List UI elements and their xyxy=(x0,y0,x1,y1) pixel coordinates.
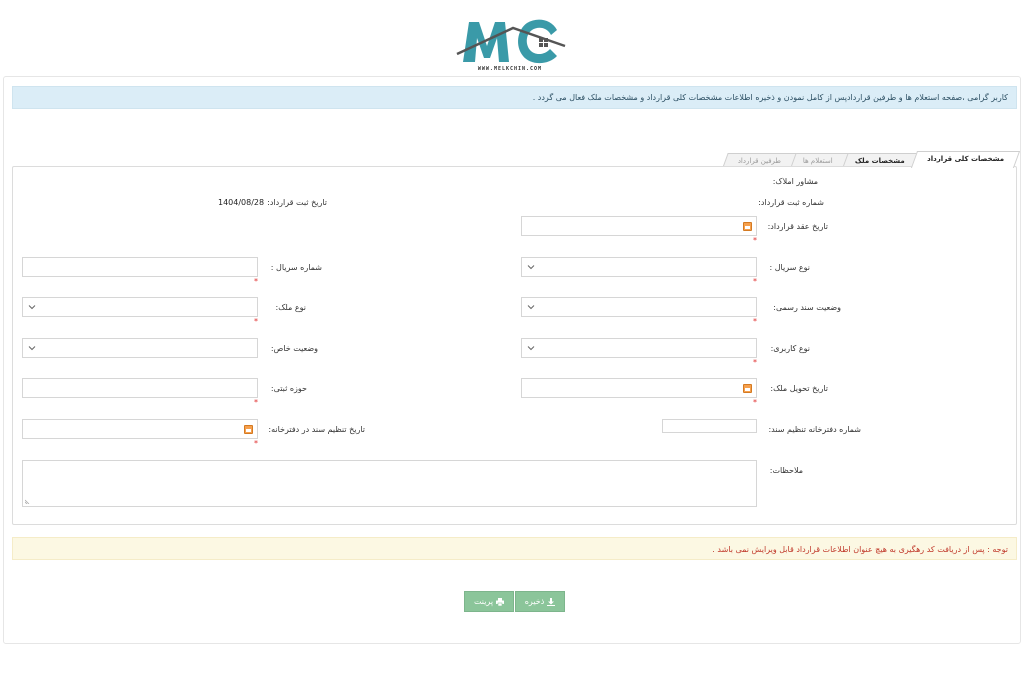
chevron-down-icon xyxy=(28,346,36,351)
required-mark: * xyxy=(254,277,258,286)
reg-date-label: تاریخ ثبت قرارداد: xyxy=(267,198,327,207)
chevron-down-icon xyxy=(527,305,535,310)
required-mark: * xyxy=(753,358,757,367)
tab-general-info[interactable]: مشخصات کلی قرارداد xyxy=(911,151,1021,168)
required-mark: * xyxy=(753,317,757,326)
required-mark: * xyxy=(254,439,258,448)
required-mark: * xyxy=(254,317,258,326)
contract-date-input[interactable] xyxy=(521,216,757,236)
resize-grip-icon[interactable] xyxy=(25,498,31,504)
required-mark: * xyxy=(753,398,757,407)
printer-icon xyxy=(496,597,505,606)
print-button-label: پرینت xyxy=(473,597,494,606)
usage-type-label: نوع کاربری: xyxy=(770,344,810,353)
serial-number-input[interactable] xyxy=(22,257,258,277)
special-status-select[interactable] xyxy=(22,338,258,358)
warning-banner: توجه : پس از دریافت کد رهگیری به هیچ عنو… xyxy=(12,537,1017,560)
reg-number-label: شماره ثبت قرارداد: xyxy=(758,198,824,207)
registry-area-label: حوزه ثبتی: xyxy=(270,384,307,393)
delivery-date-input[interactable] xyxy=(521,378,757,398)
official-doc-status-label: وضعیت سند رسمی: xyxy=(773,303,841,312)
notary-date-input[interactable] xyxy=(22,419,258,439)
required-mark: * xyxy=(753,277,757,286)
serial-type-select[interactable] xyxy=(521,257,757,277)
notes-textarea[interactable] xyxy=(22,460,757,507)
info-banner: کاربر گرامی ،صفحه استعلام ها و طرفین قرا… xyxy=(12,86,1017,109)
save-button-label: ذخیره xyxy=(524,597,545,606)
calendar-icon[interactable] xyxy=(743,222,752,231)
serial-type-label: نوع سریال : xyxy=(769,263,810,272)
property-type-select[interactable] xyxy=(22,297,258,317)
notary-number-input[interactable] xyxy=(662,419,757,433)
contract-date-label: تاریخ عقد قرارداد: xyxy=(767,222,828,231)
calendar-icon[interactable] xyxy=(244,425,253,434)
delivery-date-label: تاریخ تحویل ملک: xyxy=(770,384,828,393)
calendar-icon[interactable] xyxy=(743,384,752,393)
special-status-label: وضعیت خاص: xyxy=(270,344,318,353)
notary-number-label: شماره دفترخانه تنظیم سند: xyxy=(768,425,861,434)
required-mark: * xyxy=(753,236,757,245)
chevron-down-icon xyxy=(527,265,535,270)
download-icon xyxy=(547,597,556,606)
advisor-label: مشاور املاک: xyxy=(772,177,818,186)
chevron-down-icon xyxy=(527,346,535,351)
notes-label: ملاحظات: xyxy=(769,466,803,475)
logo-url-text: WWW.MELKCHIN.COM xyxy=(477,66,543,72)
property-type-label: نوع ملک: xyxy=(275,303,306,312)
usage-type-select[interactable] xyxy=(521,338,757,358)
notary-date-label: تاریخ تنظیم سند در دفترخانه: xyxy=(268,425,365,434)
save-button[interactable]: ذخیره xyxy=(515,591,565,612)
melkchin-logo-icon xyxy=(456,19,566,64)
serial-number-label: شماره سریال : xyxy=(270,263,322,272)
required-mark: * xyxy=(254,398,258,407)
reg-date-value: 1404/08/28 xyxy=(218,198,265,207)
site-logo: WWW.MELKCHIN.COM xyxy=(455,10,570,75)
official-doc-status-select[interactable] xyxy=(521,297,757,317)
chevron-down-icon xyxy=(28,305,36,310)
registry-area-input[interactable] xyxy=(22,378,258,398)
print-button[interactable]: پرینت xyxy=(464,591,514,612)
